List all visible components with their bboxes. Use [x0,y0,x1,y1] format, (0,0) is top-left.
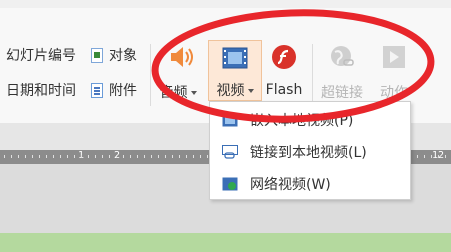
video-label: 视频 [216,83,245,99]
ruler-tick [172,155,173,158]
slide-number-button[interactable]: 幻灯片编号 [6,45,76,65]
ruler-tick [39,155,40,158]
ruler-tick [438,155,439,158]
ribbon-top-strip [0,0,451,8]
group-separator [150,44,151,106]
hyperlink-button[interactable]: 超链接 [316,40,368,101]
ruler-number: 2 [114,150,121,161]
video-dropdown-menu: 嵌入本地视频(P) 链接到本地视频(L) 网络视频(W) [209,101,411,200]
ruler-tick [74,155,75,158]
ruler-tick [4,155,5,158]
ruler-tick [67,155,68,158]
globe-link-icon [331,46,354,66]
slide-number-label: 幻灯片编号 [6,48,76,64]
ruler-tick [151,155,152,158]
ruler-tick [18,155,19,158]
slide-canvas-edge [0,233,451,252]
audio-label: 音频 [159,85,188,101]
video-label-wrap: 视频 [209,80,261,100]
ruler-tick [445,155,446,158]
ruler-tick [46,155,47,158]
action-label: 动作 [380,85,408,101]
ruler-tick [207,155,208,158]
menu-item-web-video[interactable]: 网络视频(W) [210,169,410,199]
link-video-icon [222,145,238,159]
ruler-tick [193,155,194,158]
object-button[interactable]: 对象 [91,45,137,65]
audio-button[interactable]: 音频 [156,40,204,101]
web-video-label: 网络视频(W) [250,177,331,193]
flash-button[interactable]: Flash [262,40,306,101]
audio-dropdown-arrow-icon[interactable] [190,91,197,95]
ruler-tick [200,155,201,158]
web-video-icon [222,177,238,191]
group-separator [312,44,313,106]
attachment-button[interactable]: 附件 [91,80,137,100]
ruler-tick [60,155,61,158]
attachment-label: 附件 [109,83,137,99]
ruler-tick [123,155,124,158]
ruler-tick [25,155,26,158]
embed-video-icon [222,113,238,127]
ruler-tick [53,155,54,158]
ruler-tick [137,155,138,158]
ruler-tick [88,155,89,158]
date-time-button[interactable]: 日期和时间 [6,80,76,100]
flash-icon [272,45,296,69]
play-action-icon [383,46,405,68]
action-button[interactable]: 动作 [372,40,416,101]
flash-label: Flash [265,82,303,98]
hyperlink-label: 超链接 [321,85,363,101]
embed-local-video-label: 嵌入本地视频(P) [250,113,354,129]
date-time-label: 日期和时间 [6,83,76,99]
ruler-tick [144,155,145,158]
video-dropdown-arrow-icon[interactable] [247,89,254,93]
menu-item-embed-local-video[interactable]: 嵌入本地视频(P) [210,105,410,135]
ruler-tick [102,155,103,158]
ruler-tick [424,155,425,158]
ruler-tick [158,155,159,158]
video-button[interactable]: 视频 [208,40,262,101]
speaker-icon [171,47,193,67]
menu-item-link-local-video[interactable]: 链接到本地视频(L) [210,137,410,167]
ruler-tick [417,155,418,158]
audio-label-wrap: 音频 [152,82,204,102]
ruler-tick [32,155,33,158]
ruler-tick [81,155,82,158]
ruler-tick [95,155,96,158]
ruler-tick [165,155,166,158]
ruler-tick [11,155,12,158]
object-icon [91,47,103,63]
ruler-tick [431,155,432,158]
ruler-tick [116,155,117,158]
film-video-icon [222,47,248,69]
attachment-icon [91,82,103,98]
ruler-tick [109,155,110,158]
object-label: 对象 [109,48,137,64]
ruler-tick [186,155,187,158]
ruler-tick [130,155,131,158]
ruler-tick [179,155,180,158]
link-local-video-label: 链接到本地视频(L) [250,145,367,161]
